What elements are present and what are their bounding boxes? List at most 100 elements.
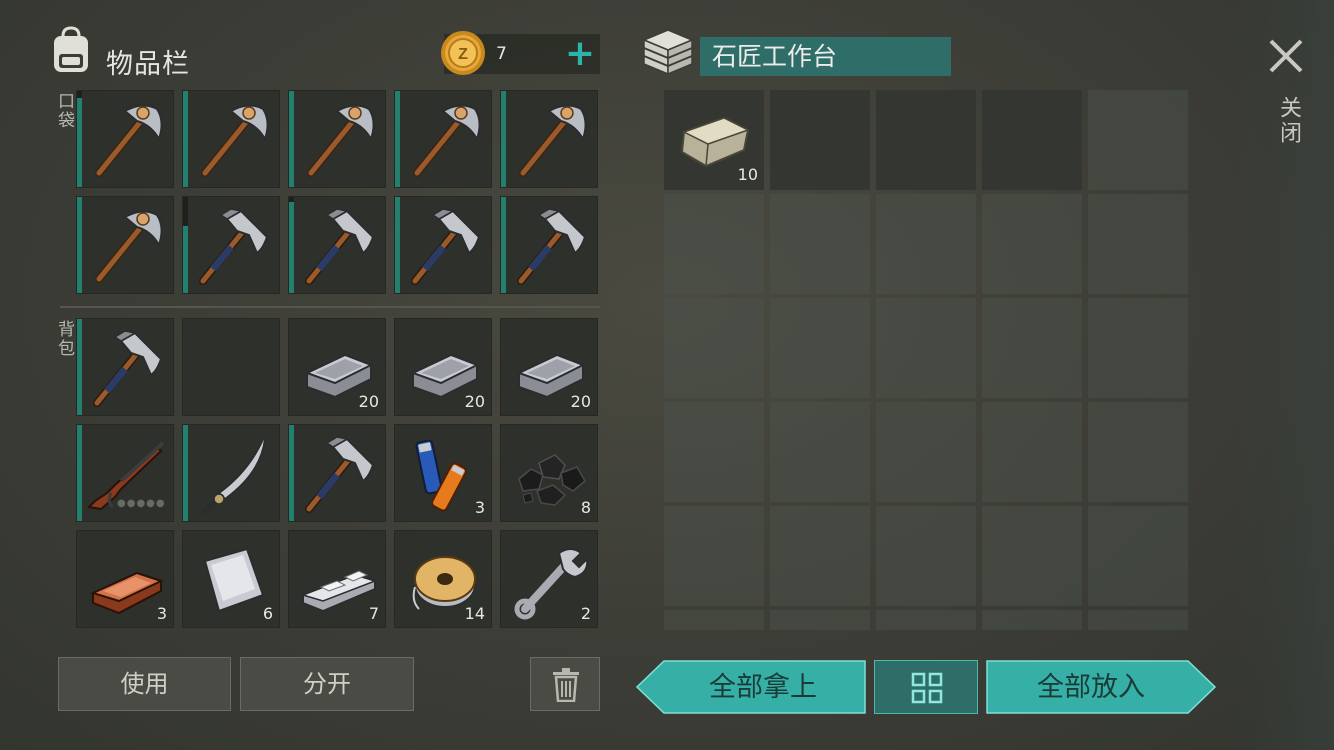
durability-bar: [289, 201, 294, 293]
workbench-slot[interactable]: [1088, 194, 1188, 294]
close-label[interactable]: 关闭: [1272, 96, 1304, 146]
copper-ingot-icon: [90, 571, 164, 615]
durability-bar: [77, 425, 82, 521]
item-count: 20: [464, 392, 485, 411]
workbench-slot[interactable]: [770, 610, 870, 630]
workbench-slot[interactable]: [664, 506, 764, 606]
workbench-title: 石匠工作台: [700, 37, 951, 76]
stone-pickaxe-icon: [413, 104, 481, 177]
coin-icon: Z: [441, 31, 485, 75]
item-count: 6: [262, 604, 273, 623]
put-all-button[interactable]: 全部放入: [986, 660, 1216, 714]
pocket-slot[interactable]: [76, 90, 174, 188]
trash-icon: [553, 668, 579, 702]
workbench-slot[interactable]: [1088, 610, 1188, 630]
aluminum-bars-icon: [300, 570, 378, 613]
backpack-slot[interactable]: [76, 318, 174, 416]
backpack-slot[interactable]: [288, 424, 386, 522]
backpack-slot[interactable]: 3: [76, 530, 174, 628]
backpack-slot[interactable]: 6: [182, 530, 280, 628]
workbench-slot[interactable]: [982, 610, 1082, 630]
item-count: 2: [580, 604, 591, 623]
ammo-dots: ●●●●●: [117, 498, 166, 509]
close-icon[interactable]: [1266, 36, 1306, 76]
pocket-slot[interactable]: [76, 196, 174, 294]
wrench-icon: [514, 548, 589, 620]
durability-bar: [77, 319, 82, 415]
backpack-slot[interactable]: 2: [500, 530, 598, 628]
workbench-slot[interactable]: [770, 506, 870, 606]
workbench-slot[interactable]: [876, 610, 976, 630]
backpack-slot[interactable]: [182, 424, 280, 522]
workbench-slot[interactable]: [770, 194, 870, 294]
stone-pickaxe-icon: [307, 104, 375, 177]
workbench-slot[interactable]: [664, 298, 764, 398]
metal-sheet-icon: [203, 547, 265, 613]
workbench-slot[interactable]: [664, 194, 764, 294]
iron-pickaxe-icon: [199, 208, 269, 285]
coin-count: 7: [496, 44, 507, 64]
backpack-slot[interactable]: 14: [394, 530, 492, 628]
workbench-slot[interactable]: [770, 298, 870, 398]
iron-pickaxe-icon: [517, 208, 587, 285]
backpack-label: 背包: [54, 320, 74, 358]
workbench-slot[interactable]: [664, 402, 764, 502]
backpack-slot[interactable]: ●●●●●: [76, 424, 174, 522]
workbench-slot[interactable]: [876, 506, 976, 606]
workbench-slot[interactable]: [982, 402, 1082, 502]
pocket-slot[interactable]: [288, 90, 386, 188]
workbench-slot[interactable]: [770, 90, 870, 190]
workbench-slot[interactable]: 10: [664, 90, 764, 190]
item-count: 20: [358, 392, 379, 411]
stone-pickaxe-icon: [95, 210, 163, 283]
take-all-button[interactable]: 全部拿上: [636, 660, 866, 714]
coal-icon: [518, 454, 586, 506]
backpack-slot[interactable]: 20: [500, 318, 598, 416]
item-count: 14: [464, 604, 485, 623]
workbench-slot[interactable]: [1088, 402, 1188, 502]
add-coins-button[interactable]: +: [562, 36, 598, 72]
pocket-label: 口袋: [54, 92, 74, 130]
workbench-slot[interactable]: [876, 90, 976, 190]
durability-bar: [183, 91, 188, 187]
workbench-slot[interactable]: [982, 298, 1082, 398]
inventory-header: 物品栏 Z 7 +: [46, 26, 602, 80]
workbench-slot[interactable]: [770, 402, 870, 502]
durability-bar: [395, 197, 400, 293]
workbench-slot[interactable]: [876, 402, 976, 502]
use-button[interactable]: 使用: [58, 657, 231, 711]
workbench-slot[interactable]: [876, 298, 976, 398]
grid-sort-icon: [911, 672, 943, 704]
workbench-slot[interactable]: [1088, 298, 1188, 398]
item-count: 10: [737, 165, 758, 184]
pocket-slot[interactable]: [288, 196, 386, 294]
backpack-slot[interactable]: 20: [288, 318, 386, 416]
backpack-slot[interactable]: 8: [500, 424, 598, 522]
workbench-slot[interactable]: [982, 90, 1082, 190]
pocket-slot[interactable]: [394, 90, 492, 188]
workbench-slot[interactable]: [664, 610, 764, 630]
iron-pickaxe-icon: [411, 208, 481, 285]
workbench-icon: [642, 29, 694, 76]
workbench-slot[interactable]: [982, 194, 1082, 294]
trash-button[interactable]: [530, 657, 600, 711]
pocket-slot[interactable]: [182, 90, 280, 188]
item-count: 7: [368, 604, 379, 623]
durability-bar: [183, 425, 188, 521]
workbench-slot[interactable]: [982, 506, 1082, 606]
pocket-slot[interactable]: [500, 196, 598, 294]
backpack-slot[interactable]: 3: [394, 424, 492, 522]
pocket-slot[interactable]: [500, 90, 598, 188]
pocket-slot[interactable]: [394, 196, 492, 294]
pocket-slot[interactable]: [182, 196, 280, 294]
backpack-slot[interactable]: [182, 318, 280, 416]
workbench-slot[interactable]: [876, 194, 976, 294]
iron-pickaxe-icon: [93, 330, 163, 407]
workbench-slot[interactable]: [1088, 90, 1188, 190]
workbench-slot[interactable]: [1088, 506, 1188, 606]
backpack-slot[interactable]: 7: [288, 530, 386, 628]
machete-icon: [202, 438, 267, 514]
sort-button[interactable]: [874, 660, 978, 714]
backpack-slot[interactable]: 20: [394, 318, 492, 416]
split-button[interactable]: 分开: [240, 657, 414, 711]
